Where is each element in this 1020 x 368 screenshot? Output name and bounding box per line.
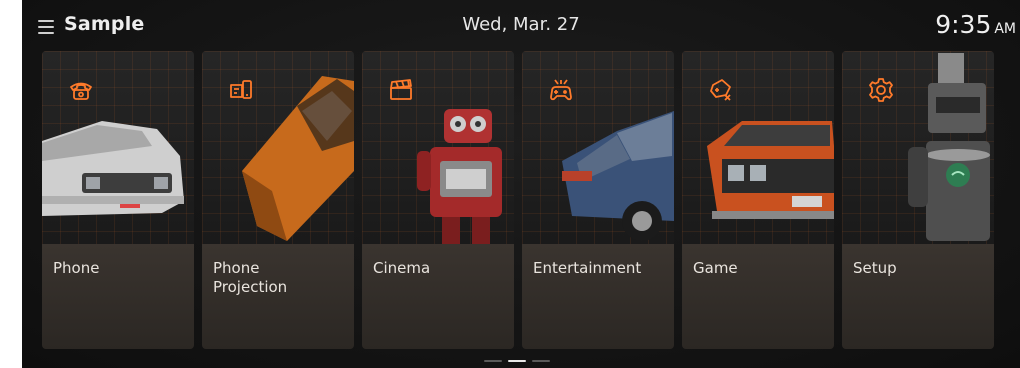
page-dot-active[interactable] [508,360,526,362]
game-icon [710,79,731,101]
tile-label: Cinema [373,259,431,277]
tile-image [682,51,834,244]
gear-icon [869,78,893,102]
tile-image [202,51,354,244]
phone-icon [70,82,92,100]
car-illustration [562,111,674,241]
status-bar: Sample Wed, Mar. 27 9:35 AM [22,0,1020,48]
robot-illustration [417,109,502,244]
page-dot[interactable] [484,360,502,362]
tile-cinema[interactable]: Cinema [362,51,514,349]
date-display: Wed, Mar. 27 [462,14,580,35]
page-dot[interactable] [532,360,550,362]
tile-game[interactable]: Game [682,51,834,349]
tile-label: Game [693,259,738,277]
phone-projection-icon [230,80,252,99]
robot-illustration [908,53,990,241]
tile-phone[interactable]: Phone [42,51,194,349]
home-screen: Sample Wed, Mar. 27 9:35 AM Phone Phone … [22,0,1020,368]
entertainment-icon [550,79,572,101]
car-illustration [42,121,184,216]
tile-label: Setup [853,259,897,277]
car-illustration [707,121,834,219]
tile-setup[interactable]: Setup [842,51,994,349]
clock-ampm: AM [994,21,1016,37]
tile-label: Phone [53,259,100,277]
tile-image [362,51,514,244]
tile-image [42,51,194,244]
tile-image [842,51,994,244]
car-illustration [242,76,354,241]
tile-entertainment[interactable]: Entertainment [522,51,674,349]
tile-label: Entertainment [533,259,642,277]
clock: 9:35 AM [935,10,1016,39]
clapperboard-icon [390,79,412,100]
tile-label: Phone Projection [213,259,288,296]
tile-image [522,51,674,244]
clock-time: 9:35 [935,10,992,39]
page-indicator[interactable] [482,360,562,364]
tile-phone-projection[interactable]: Phone Projection [202,51,354,349]
